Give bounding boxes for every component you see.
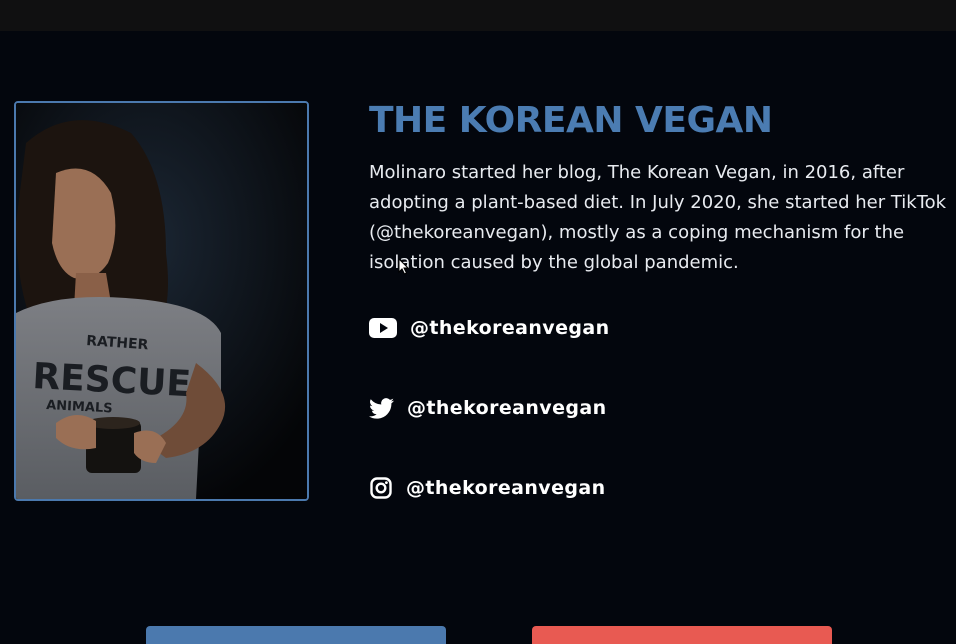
youtube-icon — [369, 316, 397, 340]
twitter-handle: @thekoreanvegan — [407, 397, 607, 419]
secondary-button[interactable] — [532, 626, 832, 644]
instagram-handle: @thekoreanvegan — [406, 477, 606, 499]
youtube-handle: @thekoreanvegan — [410, 317, 610, 339]
section-description: Molinaro started her blog, The Korean Ve… — [369, 162, 947, 273]
youtube-link[interactable]: @thekoreanvegan — [369, 316, 610, 340]
instagram-link[interactable]: @thekoreanvegan — [369, 476, 606, 500]
top-bar — [0, 0, 956, 31]
profile-photo: RATHER RESCUE ANIMALS — [14, 101, 309, 501]
instagram-icon — [369, 476, 393, 500]
section-title: THE KOREAN VEGAN — [369, 100, 773, 141]
bio-section: THE KOREAN VEGAN Molinaro started her bl… — [369, 96, 956, 278]
twitter-link[interactable]: @thekoreanvegan — [369, 396, 607, 420]
twitter-icon — [369, 396, 394, 420]
primary-button[interactable] — [146, 626, 446, 644]
mouse-cursor — [398, 257, 410, 279]
